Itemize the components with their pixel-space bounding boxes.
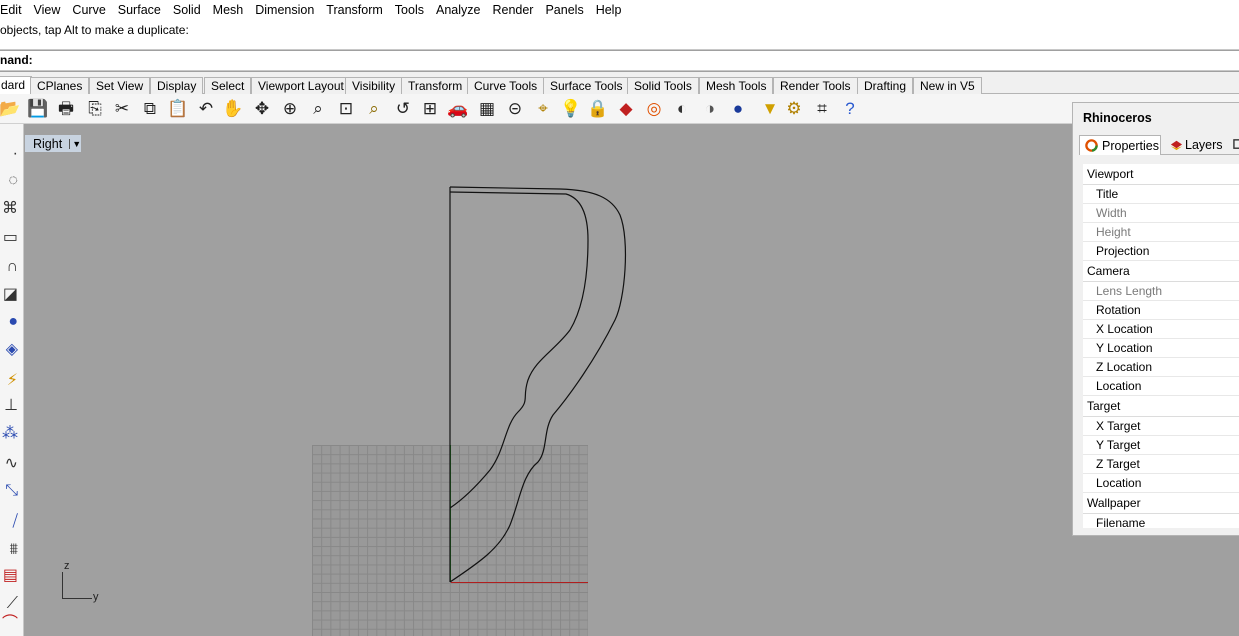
section-wallpaper[interactable]: Wallpaper — [1083, 493, 1239, 514]
axis-indicator-lines — [62, 572, 92, 599]
field-lens-length: Lens Length — [1083, 282, 1239, 301]
field-target-location[interactable]: Location — [1083, 474, 1239, 493]
display-icon — [1233, 139, 1239, 149]
field-title[interactable]: Title — [1083, 185, 1239, 204]
field-camera-location[interactable]: Location — [1083, 377, 1239, 396]
panel-tabs: Properties Layers — [1079, 133, 1239, 155]
field-filename[interactable]: Filename — [1083, 514, 1239, 528]
field-z-target[interactable]: Z Target — [1083, 455, 1239, 474]
outer-profile-curve — [449, 186, 627, 583]
tab-layers-label: Layers — [1185, 138, 1223, 152]
field-width: Width — [1083, 204, 1239, 223]
viewport-name[interactable]: Right — [25, 137, 62, 151]
tab-layers[interactable]: Layers — [1165, 135, 1223, 155]
inner-profile-curve — [449, 191, 589, 509]
field-x-location[interactable]: X Location — [1083, 320, 1239, 339]
drawing-canvas[interactable] — [0, 0, 1239, 636]
field-height: Height — [1083, 223, 1239, 242]
properties-icon — [1085, 139, 1098, 152]
chevron-down-icon[interactable]: ▼ — [69, 138, 81, 149]
section-target[interactable]: Target — [1083, 396, 1239, 417]
layers-icon — [1170, 140, 1183, 151]
field-projection[interactable]: Projection — [1083, 242, 1239, 261]
field-z-location[interactable]: Z Location — [1083, 358, 1239, 377]
properties-panel: Rhinoceros Properties Layers Viewport Ti… — [1072, 102, 1239, 536]
section-viewport[interactable]: Viewport — [1083, 164, 1239, 185]
field-y-target[interactable]: Y Target — [1083, 436, 1239, 455]
panel-title: Rhinoceros — [1083, 111, 1152, 125]
tab-properties-label: Properties — [1102, 139, 1159, 153]
tab-properties[interactable]: Properties — [1079, 135, 1161, 155]
properties-list: Viewport Title Width Height Projection C… — [1083, 164, 1239, 528]
field-rotation[interactable]: Rotation — [1083, 301, 1239, 320]
field-x-target[interactable]: X Target — [1083, 417, 1239, 436]
section-camera[interactable]: Camera — [1083, 261, 1239, 282]
viewport-title-tab[interactable]: Right ▼ — [25, 135, 81, 152]
field-y-location[interactable]: Y Location — [1083, 339, 1239, 358]
